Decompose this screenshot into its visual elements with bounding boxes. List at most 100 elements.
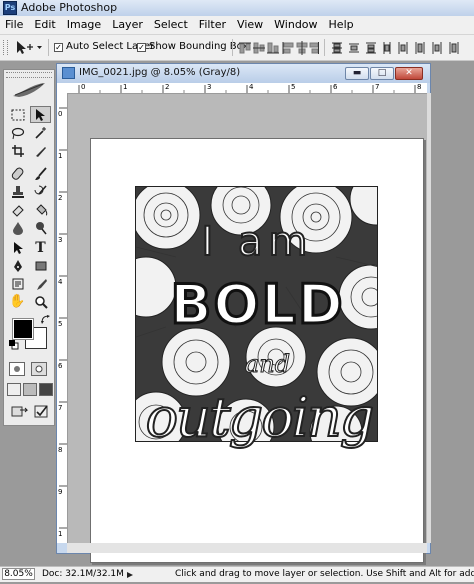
- document-window: IMG_0021.jpg @ 8.05% (Gray/8) ▬ □ ✕ 0 1 …: [56, 63, 431, 563]
- magic-wand-tool-icon[interactable]: [30, 124, 51, 141]
- paint-bucket-tool-icon[interactable]: [30, 201, 51, 218]
- ruler-label: 5: [58, 320, 63, 328]
- artwork-text-and: and: [244, 350, 291, 378]
- ruler-label: 7: [58, 404, 63, 412]
- menu-filter[interactable]: Filter: [194, 17, 232, 33]
- blur-tool-icon[interactable]: [7, 219, 28, 236]
- document-title-bar[interactable]: IMG_0021.jpg @ 8.05% (Gray/8) ▬ □ ✕: [57, 64, 430, 83]
- swap-colors-icon[interactable]: [41, 315, 51, 325]
- pen-tool-icon[interactable]: [7, 257, 28, 274]
- clone-stamp-tool-icon[interactable]: [7, 183, 28, 200]
- ruler-label: 8: [417, 83, 422, 91]
- document-page[interactable]: I am BOLD and outgoing: [90, 138, 424, 563]
- ruler-label: 0: [81, 83, 86, 91]
- canvas-area[interactable]: I am BOLD and outgoing: [68, 94, 427, 563]
- brush-tool-icon[interactable]: [30, 165, 51, 182]
- distribute-buttons-group[interactable]: [330, 41, 470, 55]
- menu-file[interactable]: File: [0, 17, 29, 33]
- maximize-button[interactable]: □: [370, 67, 394, 80]
- minimize-button[interactable]: ▬: [345, 67, 369, 80]
- ruler-label: 4: [249, 83, 254, 91]
- slice-tool-icon[interactable]: [30, 142, 51, 159]
- jump-to-imageready-icon[interactable]: [11, 404, 29, 418]
- history-brush-tool-icon[interactable]: [30, 183, 51, 200]
- ruler-label: 4: [58, 278, 63, 286]
- separator: [232, 39, 233, 56]
- zoom-level-field[interactable]: 8.05%: [2, 568, 35, 580]
- document-size-info[interactable]: Doc: 32.1M/32.1M: [42, 567, 124, 581]
- standard-screen-mode-icon[interactable]: [7, 383, 21, 396]
- menu-image[interactable]: Image: [62, 17, 107, 33]
- artwork-text-bold: BOLD: [169, 273, 345, 336]
- ruler-label: 9: [58, 488, 63, 496]
- ruler-label: 0: [58, 110, 63, 118]
- ruler-label: 6: [58, 362, 63, 370]
- eraser-tool-icon[interactable]: [7, 201, 28, 218]
- move-tool-icon: [17, 41, 42, 54]
- ruler-label: 1: [58, 530, 63, 538]
- artwork-text-outgoing: outgoing: [145, 386, 376, 449]
- full-screen-mode-icon[interactable]: [39, 383, 53, 396]
- horizontal-scrollbar[interactable]: [67, 543, 427, 553]
- feather-logo-icon[interactable]: [9, 80, 49, 100]
- ruler-label: 3: [58, 236, 63, 244]
- menu-view[interactable]: View: [232, 17, 269, 33]
- ruler-label: 3: [207, 83, 212, 91]
- menu-edit[interactable]: Edit: [29, 17, 61, 33]
- menu-help[interactable]: Help: [324, 17, 360, 33]
- hand-tool-icon[interactable]: ✋: [7, 293, 28, 310]
- ruler-label: 6: [333, 83, 338, 91]
- menu-select[interactable]: Select: [149, 17, 194, 33]
- ruler-label: 2: [165, 83, 170, 91]
- notes-tool-icon[interactable]: [7, 275, 28, 292]
- status-menu-arrow-icon[interactable]: [126, 570, 134, 578]
- type-tool-icon[interactable]: T: [30, 239, 51, 256]
- ruler-corner[interactable]: [57, 83, 67, 93]
- dodge-tool-icon[interactable]: [30, 219, 51, 236]
- foreground-color-swatch[interactable]: [12, 318, 34, 340]
- marquee-tool-icon[interactable]: [7, 106, 28, 123]
- artwork-text-i-am: I am: [201, 219, 314, 265]
- eyedropper-tool-icon[interactable]: [30, 275, 51, 292]
- vertical-ruler[interactable]: 0 1 2 3 4 5 6 7 8 9 1: [57, 93, 68, 543]
- menu-layer[interactable]: Layer: [107, 17, 149, 33]
- crop-tool-icon[interactable]: [7, 142, 28, 159]
- path-selection-tool-icon[interactable]: [7, 239, 28, 256]
- close-button[interactable]: ✕: [395, 67, 423, 80]
- standard-mode-icon[interactable]: [9, 362, 25, 376]
- rectangle-tool-icon[interactable]: [30, 257, 51, 274]
- ruler-label: 5: [291, 83, 296, 91]
- auto-select-checkbox[interactable]: ✓: [54, 43, 63, 52]
- horizontal-ruler[interactable]: 0 1 2 3 4 5 6 7 8: [67, 83, 427, 94]
- options-bar: ✓ Auto Select Layer ✓ Show Bounding Box: [0, 35, 474, 61]
- bounding-box-label: Show Bounding Box: [149, 41, 249, 52]
- zoom-tool-icon[interactable]: [30, 293, 51, 310]
- move-tool-icon[interactable]: [30, 106, 51, 123]
- tool-preset-picker[interactable]: [14, 39, 44, 56]
- app-title: Adobe Photoshop: [21, 1, 118, 14]
- vertical-scrollbar[interactable]: [427, 93, 431, 543]
- menu-window[interactable]: Window: [269, 17, 323, 33]
- ruler-label: 8: [58, 446, 63, 454]
- status-bar: 8.05% Doc: 32.1M/32.1M Click and drag to…: [0, 566, 474, 582]
- checkmark-commit-icon[interactable]: [34, 404, 50, 418]
- image-file-icon: [62, 67, 75, 79]
- quick-mask-mode-icon[interactable]: [31, 362, 47, 376]
- separator: [48, 39, 49, 56]
- options-grip[interactable]: [3, 40, 8, 55]
- ruler-label: 1: [58, 152, 63, 160]
- default-colors-icon[interactable]: [9, 340, 19, 350]
- full-screen-menu-mode-icon[interactable]: [23, 383, 37, 396]
- toolbox-panel: T ✋: [3, 69, 55, 426]
- toolbox-grip[interactable]: [6, 72, 52, 78]
- ruler-label: 7: [375, 83, 380, 91]
- menu-bar: File Edit Image Layer Select Filter View…: [0, 16, 474, 35]
- photoshop-app-icon: Ps: [3, 1, 17, 15]
- document-title: IMG_0021.jpg @ 8.05% (Gray/8): [79, 67, 241, 78]
- status-hint-text: Click and drag to move layer or selectio…: [175, 569, 474, 579]
- ruler-label: 2: [58, 194, 63, 202]
- bounding-box-checkbox[interactable]: ✓: [137, 43, 146, 52]
- align-buttons-group[interactable]: [239, 41, 319, 55]
- lasso-tool-icon[interactable]: [7, 124, 28, 141]
- healing-brush-tool-icon[interactable]: [7, 165, 28, 182]
